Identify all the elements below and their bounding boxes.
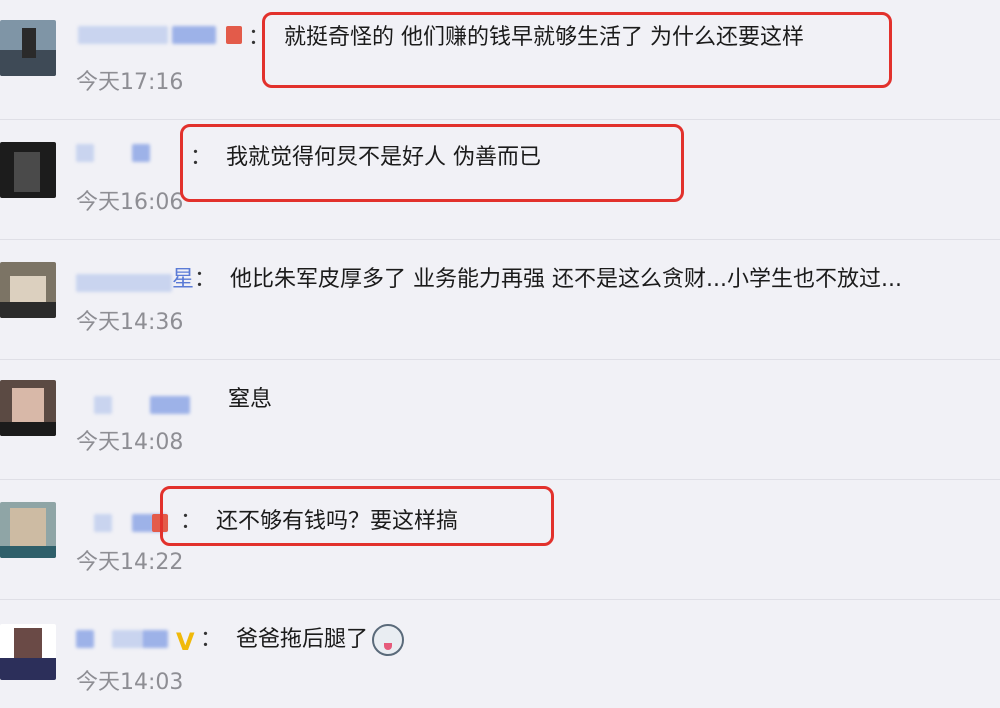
comment-body: 爸爸拖后腿了 — [236, 627, 369, 652]
highlight-box — [262, 12, 892, 88]
avatar[interactable] — [0, 262, 56, 318]
surprised-face-icon — [372, 624, 405, 656]
avatar[interactable] — [0, 502, 56, 558]
comment-list: ：就挺奇怪的 他们赚的钱早就够生活了 为什么还要这样 今天17:16 ：我就觉得… — [0, 0, 1000, 708]
comment-body: 窒息 — [228, 387, 273, 412]
avatar[interactable] — [0, 380, 56, 436]
comment-text: ： 爸爸拖后腿了 — [200, 622, 405, 658]
timestamp: 今天14:03 — [76, 670, 184, 695]
avatar[interactable] — [0, 20, 56, 76]
comment-row[interactable]: ：我就觉得何炅不是好人 伪善而已 今天16:06 — [0, 120, 1000, 240]
timestamp: 今天16:06 — [76, 190, 184, 215]
comment-text: 窒息 — [228, 382, 272, 418]
separator: ： — [194, 267, 217, 292]
comment-row[interactable]: V ： 爸爸拖后腿了 今天14:03 — [0, 600, 1000, 708]
comment-body: 他比朱军皮厚多了 业务能力再强 还不是这么贪财...小学生也不放过... — [230, 267, 902, 292]
verified-badge: V — [176, 628, 195, 656]
highlight-box — [160, 486, 554, 546]
comment-row[interactable]: 窒息 今天14:08 — [0, 360, 1000, 480]
separator: ： — [200, 627, 223, 652]
avatar[interactable] — [0, 624, 56, 680]
comment-text: 星： 他比朱军皮厚多了 业务能力再强 还不是这么贪财...小学生也不放过... — [172, 262, 902, 298]
highlight-box — [180, 124, 684, 202]
username-tail: 星 — [172, 267, 195, 292]
comment-row[interactable]: 星： 他比朱军皮厚多了 业务能力再强 还不是这么贪财...小学生也不放过... 今… — [0, 240, 1000, 360]
comment-row[interactable]: ：还不够有钱吗？要这样搞 今天14:22 — [0, 480, 1000, 600]
timestamp: 今天14:36 — [76, 310, 184, 335]
comment-row[interactable]: ：就挺奇怪的 他们赚的钱早就够生活了 为什么还要这样 今天17:16 — [0, 0, 1000, 120]
timestamp: 今天17:16 — [76, 70, 184, 95]
timestamp: 今天14:08 — [76, 430, 184, 455]
avatar[interactable] — [0, 142, 56, 198]
timestamp: 今天14:22 — [76, 550, 184, 575]
